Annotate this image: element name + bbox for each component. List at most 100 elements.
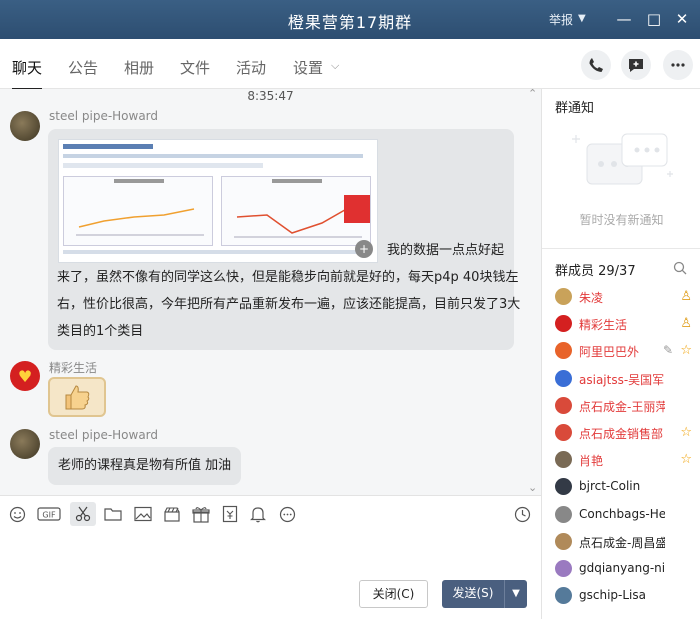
dropdown-icon[interactable]: ▼ (578, 13, 586, 24)
screenshot-image[interactable]: + (58, 139, 378, 263)
collapse-up-icon[interactable]: ⌃ (528, 89, 537, 100)
tab-album[interactable]: 相册 (124, 57, 154, 78)
heart-icon: ♥ (17, 366, 33, 386)
member-item[interactable]: 点石成金-周昌盛 (555, 529, 695, 556)
message-text-line: 右，性价比很高，今年把所有产品重新发布一遍，应该还能提高，目前只发了3大 (57, 297, 521, 312)
message-input[interactable]: 关闭(C) 发送(S) ▼ (0, 531, 541, 619)
admin-star-icon: ☆ (680, 343, 692, 359)
member-name: 点石成金-周昌盛 (579, 535, 665, 550)
member-item[interactable]: 朱凌 ♙ (555, 284, 695, 311)
sender-name[interactable]: 精彩生活 (49, 359, 97, 376)
avatar[interactable] (555, 451, 572, 469)
folder-button[interactable] (103, 504, 123, 524)
image-icon (134, 506, 152, 522)
member-item[interactable]: asiajtss-吴国军 (555, 366, 695, 393)
close-window-button[interactable]: ✕ (671, 8, 693, 30)
svg-text:GIF: GIF (42, 511, 56, 520)
bell-button[interactable] (248, 504, 268, 524)
avatar[interactable]: ♥ (10, 361, 40, 391)
sender-name[interactable]: steel pipe-Howard (49, 109, 158, 123)
scissors-icon (75, 506, 91, 522)
member-item[interactable]: 阿里巴巴外 ☆ ✎ (555, 338, 695, 365)
member-name: 点石成金销售部 (579, 427, 664, 441)
message-bubble: + 我的数据一点点好起 来了，虽然不像有的同学这么快，但是能稳步向前就是好的，每… (48, 129, 520, 350)
notice-title: 群通知 (555, 101, 595, 116)
avatar[interactable] (555, 560, 572, 577)
more-icon (671, 63, 685, 67)
report-link[interactable]: 举报 (549, 11, 573, 28)
add-app-button[interactable] (621, 50, 651, 80)
avatar[interactable] (555, 315, 572, 333)
member-name: Conchbags-Henry (579, 506, 665, 521)
tab-announcement[interactable]: 公告 (68, 57, 98, 78)
phone-call-button[interactable] (581, 50, 611, 80)
add-chat-icon (629, 59, 643, 72)
maximize-button[interactable]: □ (643, 8, 665, 30)
member-name: gschip-Lisa (579, 588, 646, 603)
member-name: asiajtss-吴国军 (579, 372, 665, 387)
gif-icon: GIF (37, 507, 61, 521)
member-item[interactable]: Conchbags-Henry (555, 502, 695, 529)
avatar[interactable] (10, 111, 40, 141)
member-item[interactable]: 肖艳 ☆ (555, 447, 695, 474)
avatar[interactable] (555, 478, 572, 496)
more-tools-button[interactable] (277, 504, 297, 524)
tab-activity[interactable]: 活动 (236, 57, 266, 78)
avatar[interactable] (555, 288, 572, 305)
divider (542, 248, 700, 249)
member-name: 肖艳 (579, 454, 604, 469)
right-panel: 群通知 暂时没有新通知 群成员 29/37 朱凌 ♙ 精彩生活 ♙ 阿里巴巴外 ☆ ✎ asi… (541, 89, 700, 619)
message-text-line: 类目的1个类目 (57, 324, 144, 339)
red-packet-button[interactable] (220, 504, 240, 524)
avatar[interactable] (10, 429, 40, 459)
sticker-image[interactable] (48, 377, 106, 417)
video-button[interactable] (162, 504, 182, 524)
tab-settings[interactable]: 设置 (293, 57, 323, 78)
more-options-button[interactable] (663, 50, 693, 80)
search-icon[interactable] (673, 261, 687, 275)
member-name: 阿里巴巴外 (579, 345, 640, 360)
member-name: 朱凌 (579, 291, 604, 305)
avatar[interactable] (555, 532, 572, 550)
member-item[interactable]: 点石成金销售部 ☆ (555, 420, 695, 447)
collapse-down-icon[interactable]: ⌄ (528, 481, 537, 494)
tab-files[interactable]: 文件 (180, 57, 210, 78)
edit-icon[interactable]: ✎ (663, 343, 673, 357)
owner-person-icon: ♙ (680, 289, 692, 304)
avatar[interactable] (555, 587, 572, 605)
tab-chat[interactable]: 聊天 (12, 57, 43, 90)
gift-button[interactable] (191, 504, 211, 524)
zoom-icon[interactable]: + (355, 240, 373, 258)
gif-button[interactable]: GIF (37, 504, 61, 524)
member-item[interactable]: bjrct-Colin (555, 474, 695, 501)
sender-name[interactable]: steel pipe-Howard (49, 428, 158, 442)
screenshot-button[interactable] (70, 502, 96, 526)
avatar[interactable] (555, 505, 572, 523)
more-circle-icon (279, 506, 295, 522)
member-item[interactable]: gdqianyang-nicole (555, 556, 695, 583)
avatar[interactable] (555, 396, 572, 414)
member-item[interactable]: 精彩生活 ♙ (555, 311, 695, 338)
image-button[interactable] (133, 504, 153, 524)
member-item[interactable]: gschip-Lisa (555, 583, 695, 610)
close-button[interactable]: 关闭(C) (359, 580, 428, 608)
avatar[interactable] (555, 424, 572, 441)
avatar[interactable] (555, 369, 572, 387)
yen-calendar-icon (222, 505, 238, 523)
message-text-line: 我的数据一点点好起 (387, 243, 505, 258)
member-item[interactable]: 点石成金-王丽萍138 (555, 393, 695, 420)
thumbs-up-icon (65, 385, 90, 410)
send-button[interactable]: 发送(S) (442, 580, 504, 608)
gift-icon (192, 506, 210, 523)
emoji-button[interactable] (7, 504, 27, 524)
avatar[interactable] (555, 342, 572, 360)
tab-bar: 聊天 公告 相册 文件 活动 设置 ⌵ (0, 39, 700, 90)
input-toolbar: GIF (0, 495, 541, 531)
chat-area[interactable]: 8:35:47 ⌃ steel pipe-Howard + 我的数据一点点好起 … (0, 89, 541, 495)
send-options-button[interactable]: ▼ (504, 580, 527, 608)
minimize-button[interactable]: — (613, 8, 635, 30)
owner-person-icon: ♙ (680, 316, 692, 332)
member-count-title: 群成员 29/37 (555, 264, 636, 279)
history-button[interactable] (512, 504, 532, 524)
chevron-down-icon[interactable]: ⌵ (331, 59, 339, 73)
